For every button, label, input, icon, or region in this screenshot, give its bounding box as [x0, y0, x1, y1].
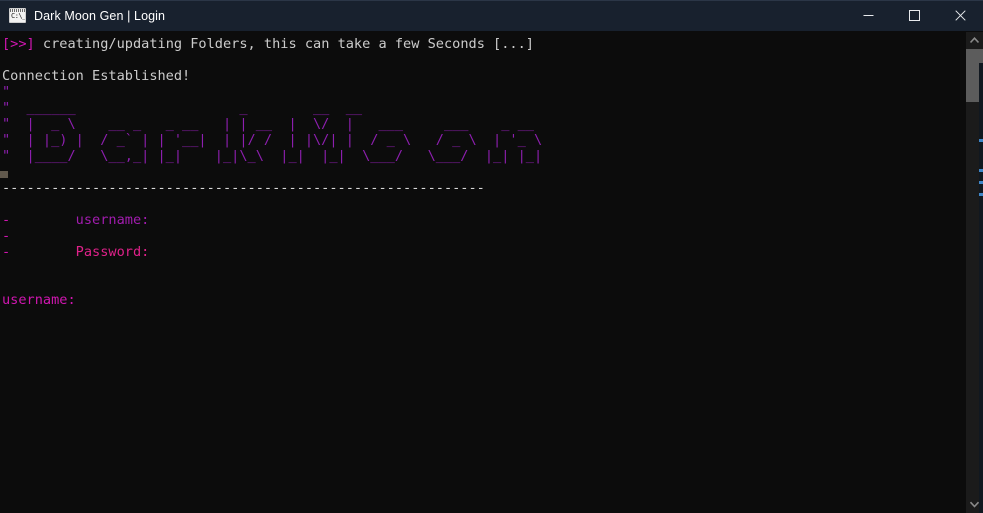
- desktop-edge-strip: [979, 63, 983, 513]
- terminal-line-list: [>>] creating/updating Folders, this can…: [2, 36, 965, 308]
- edge-marker: [979, 139, 983, 142]
- window-controls: [845, 0, 983, 31]
- terminal-text-segment: -: [2, 212, 11, 228]
- terminal-line-blank-2: [2, 164, 965, 180]
- terminal-line-field-password: - Password:: [2, 244, 965, 260]
- terminal-line-field-username: - username:: [2, 212, 965, 228]
- terminal-line-banner-row-2: " ______ _ __ __: [2, 100, 965, 116]
- terminal-text-segment: creating/updating Folders, this can take…: [34, 36, 534, 52]
- terminal-text-segment: Password:: [75, 244, 150, 260]
- titlebar-top-accent: [0, 0, 983, 1]
- terminal-text-segment: " | _ \ __ _ _ __ | | __ | \/ | ___ ___ …: [2, 116, 551, 132]
- terminal-text-segment: -: [2, 228, 11, 244]
- terminal-line-blank-1: [2, 52, 965, 68]
- terminal-output[interactable]: [>>] creating/updating Folders, this can…: [0, 32, 965, 513]
- terminal-line-banner-row-1: ": [2, 84, 965, 100]
- terminal-line-blank-4: [2, 260, 965, 276]
- terminal-text-segment: ----------------------------------------…: [2, 180, 485, 196]
- edge-marker: [979, 193, 983, 196]
- terminal-text-segment: -: [2, 244, 11, 260]
- terminal-line-banner-row-5: " |____/ \__,_| |_| |_|\_\ |_| |_| \___/…: [2, 148, 965, 164]
- console-window: C:\_ Dark Moon Gen | Login [>>] creating…: [0, 0, 983, 513]
- terminal-text-segment: username:: [2, 292, 76, 308]
- terminal-text-segment: [>>]: [2, 36, 35, 52]
- terminal-text-segment: " |____/ \__,_| |_| |_|\_\ |_| |_| \___/…: [2, 148, 551, 164]
- edge-marker: [979, 169, 983, 172]
- terminal-area: [>>] creating/updating Folders, this can…: [0, 32, 983, 513]
- edge-marker: [979, 181, 983, 184]
- terminal-line-field-gap: -: [2, 228, 965, 244]
- minimize-button[interactable]: [845, 0, 891, 31]
- cmd-icon-prompt-text: C:\_: [11, 12, 26, 20]
- terminal-line-blank-3: [2, 196, 965, 212]
- terminal-line-status-creating-folders: [>>] creating/updating Folders, this can…: [2, 36, 965, 52]
- terminal-line-separator: ----------------------------------------…: [2, 180, 965, 196]
- cmd-console-icon: C:\_: [9, 8, 26, 23]
- terminal-text-segment: ": [2, 84, 11, 100]
- terminal-line-blank-5: [2, 276, 965, 292]
- maximize-button[interactable]: [891, 0, 937, 31]
- terminal-line-prompt-username: username:: [2, 292, 965, 308]
- terminal-text-segment: username:: [75, 212, 150, 228]
- scroll-up-arrow[interactable]: [966, 32, 983, 49]
- close-button[interactable]: [937, 0, 983, 31]
- terminal-text-segment: " | |_) | / _` | | '__| | |/ / | |\/| | …: [2, 132, 551, 148]
- terminal-line-banner-row-4: " | |_) | / _` | | '__| | |/ / | |\/| | …: [2, 132, 965, 148]
- cmd-icon-titlebar-stripe: [10, 9, 25, 12]
- window-title: Dark Moon Gen | Login: [34, 8, 166, 23]
- terminal-line-banner-row-3: " | _ \ __ _ _ __ | | __ | \/ | ___ ___ …: [2, 116, 965, 132]
- terminal-text-segment: " ______ _ __ __: [2, 100, 551, 116]
- terminal-text-segment: Connection Established!: [2, 68, 191, 84]
- terminal-line-status-connection: Connection Established!: [2, 68, 965, 84]
- title-bar[interactable]: C:\_ Dark Moon Gen | Login: [0, 0, 983, 32]
